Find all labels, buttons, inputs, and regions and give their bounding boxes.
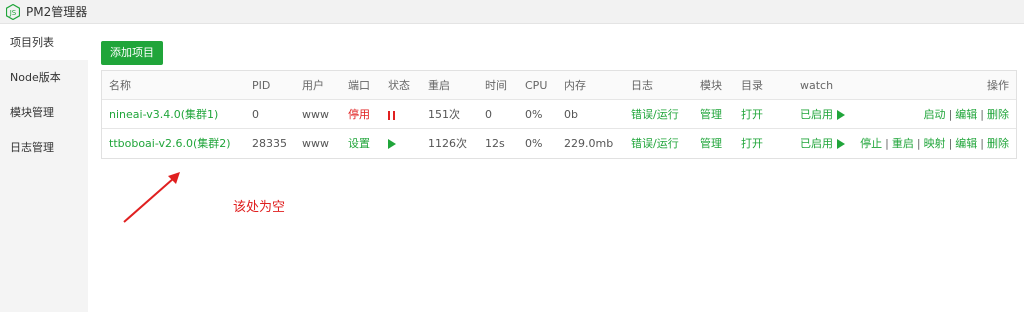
watch-label: 已启用 [800,137,833,150]
svg-text:JS: JS [9,9,17,17]
stop-link[interactable]: 停止 [860,137,882,150]
module-link[interactable]: 管理 [700,129,722,158]
red-arrow-icon [123,172,180,223]
project-name-link[interactable]: ttboboai-v2.6.0(集群2) [109,129,231,158]
memory-value: 229.0mb [564,137,614,150]
sidebar-item-project-list[interactable]: 项目列表 [0,25,88,60]
header-pid: PID [252,79,271,92]
pause-icon [388,110,395,120]
header-status: 状态 [388,79,410,92]
restart-count: 151次 [428,108,460,121]
watch-label: 已启用 [800,108,833,121]
open-dir-link[interactable]: 打开 [741,100,763,129]
map-link[interactable]: 映射 [924,137,946,150]
separator: | [916,137,921,150]
delete-link[interactable]: 删除 [987,108,1009,121]
uptime-value: 12s [485,137,505,150]
port-link[interactable]: 停用 [348,100,370,129]
table-row: nineai-v3.4.0(集群1) 0 www 停用 151次 0 0% 0b… [102,100,1016,129]
open-dir-link[interactable]: 打开 [741,129,763,158]
module-link[interactable]: 管理 [700,100,722,129]
header-module: 模块 [700,79,722,92]
edit-link[interactable]: 编辑 [955,108,977,121]
start-link[interactable]: 启动 [924,108,946,121]
main-panel: 添加项目 名称 PID 用户 端口 状态 重启 时间 CPU 内存 日志 模块 … [88,25,1024,312]
log-link[interactable]: 错误/运行 [631,129,679,158]
play-icon [836,110,845,120]
header-restart: 重启 [428,79,450,92]
header-watch: watch [800,79,834,92]
header-time: 时间 [485,79,507,92]
header-port: 端口 [348,79,370,92]
ops-group: 启动 | 编辑 | 删除 [924,100,1009,129]
status-cell[interactable] [388,129,396,158]
header-cpu: CPU [525,79,548,92]
header-name: 名称 [109,79,131,92]
cpu-value: 0% [525,108,543,121]
play-icon [836,139,845,149]
separator: | [948,108,953,121]
header-mem: 内存 [564,79,586,92]
play-icon [388,139,396,149]
restart-link[interactable]: 重启 [892,137,914,150]
log-link[interactable]: 错误/运行 [631,100,679,129]
separator: | [980,108,984,121]
project-name-link[interactable]: nineai-v3.4.0(集群1) [109,100,218,129]
delete-link[interactable]: 删除 [987,137,1009,150]
watch-toggle[interactable]: 已启用 [800,100,845,129]
uptime-value: 0 [485,108,492,121]
header-log: 日志 [631,79,653,92]
port-link[interactable]: 设置 [348,129,370,158]
edit-link[interactable]: 编辑 [955,137,977,150]
watch-toggle[interactable]: 已启用 [800,129,845,158]
app-title: PM2管理器 [26,5,88,19]
status-cell[interactable] [388,100,395,129]
header-dir: 目录 [741,79,763,92]
title-bar: JS PM2管理器 [0,0,1024,24]
user-value: www [302,137,329,150]
header-ops: 操作 [987,79,1009,92]
table-row: ttboboai-v2.6.0(集群2) 28335 www 设置 1126次 … [102,129,1016,158]
add-project-button[interactable]: 添加项目 [101,41,163,65]
table-header: 名称 PID 用户 端口 状态 重启 时间 CPU 内存 日志 模块 目录 wa… [102,71,1016,100]
pid-value: 0 [252,108,259,121]
ops-group: 停止 | 重启 | 映射 | 编辑 | 删除 [860,129,1009,158]
annotation-text: 该处为空 [233,200,286,215]
sidebar-item-node-version[interactable]: Node版本 [0,60,88,95]
separator: | [948,137,953,150]
separator: | [885,137,889,150]
sidebar-item-log-management[interactable]: 日志管理 [0,130,88,165]
memory-value: 0b [564,108,578,121]
nodejs-logo-icon: JS [6,3,20,20]
pid-value: 28335 [252,137,287,150]
project-table: 名称 PID 用户 端口 状态 重启 时间 CPU 内存 日志 模块 目录 wa… [101,70,1017,159]
header-user: 用户 [302,79,324,92]
user-value: www [302,108,329,121]
cpu-value: 0% [525,137,543,150]
sidebar-item-module-management[interactable]: 模块管理 [0,95,88,130]
sidebar: 项目列表 Node版本 模块管理 日志管理 [0,25,88,312]
restart-count: 1126次 [428,137,467,150]
separator: | [980,137,984,150]
